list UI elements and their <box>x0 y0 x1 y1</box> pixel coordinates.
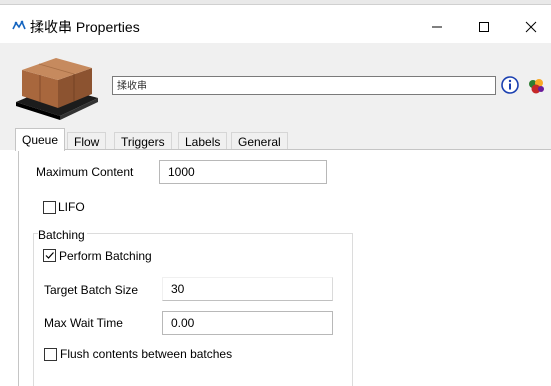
tab-general[interactable]: General <box>231 132 288 150</box>
app-icon <box>12 20 26 30</box>
window-title: 揉收串 Properties <box>30 19 140 35</box>
minimize-button[interactable] <box>414 10 460 44</box>
minimize-icon <box>432 26 442 28</box>
perform-batching-checkbox[interactable] <box>43 249 56 262</box>
tab-labels[interactable]: Labels <box>178 132 228 150</box>
title-bar[interactable]: 揉收串 Properties <box>0 5 551 43</box>
maximize-icon <box>479 22 489 32</box>
color-palette-icon[interactable] <box>525 75 547 97</box>
max-content-input[interactable]: 1000 <box>159 160 327 184</box>
max-wait-time-input[interactable]: 0.00 <box>162 311 333 335</box>
lifo-label: LIFO <box>58 200 85 214</box>
checkmark-icon <box>45 252 54 259</box>
queue-object-icon <box>16 58 98 120</box>
maximize-button[interactable] <box>461 10 507 44</box>
close-icon <box>525 21 537 33</box>
tab-triggers[interactable]: Triggers <box>114 132 172 150</box>
batching-group-label: Batching <box>38 228 87 242</box>
perform-batching-label: Perform Batching <box>59 249 152 263</box>
object-name-input[interactable]: 揉收串 <box>112 76 496 95</box>
max-wait-time-label: Max Wait Time <box>44 316 123 330</box>
flush-contents-label: Flush contents between batches <box>60 347 233 361</box>
tab-strip: Queue Flow Triggers Labels General <box>0 127 551 151</box>
object-header: 揉收串 <box>0 43 551 127</box>
target-batch-size-input[interactable]: 30 <box>162 277 333 301</box>
tab-flow[interactable]: Flow <box>67 132 107 150</box>
close-button[interactable] <box>508 10 551 44</box>
max-content-label: Maximum Content <box>36 165 134 179</box>
flush-contents-checkbox[interactable] <box>44 348 57 361</box>
lifo-checkbox[interactable] <box>43 201 56 214</box>
target-batch-size-label: Target Batch Size <box>44 283 139 297</box>
tab-queue[interactable]: Queue <box>15 128 66 151</box>
info-icon[interactable] <box>501 76 519 94</box>
